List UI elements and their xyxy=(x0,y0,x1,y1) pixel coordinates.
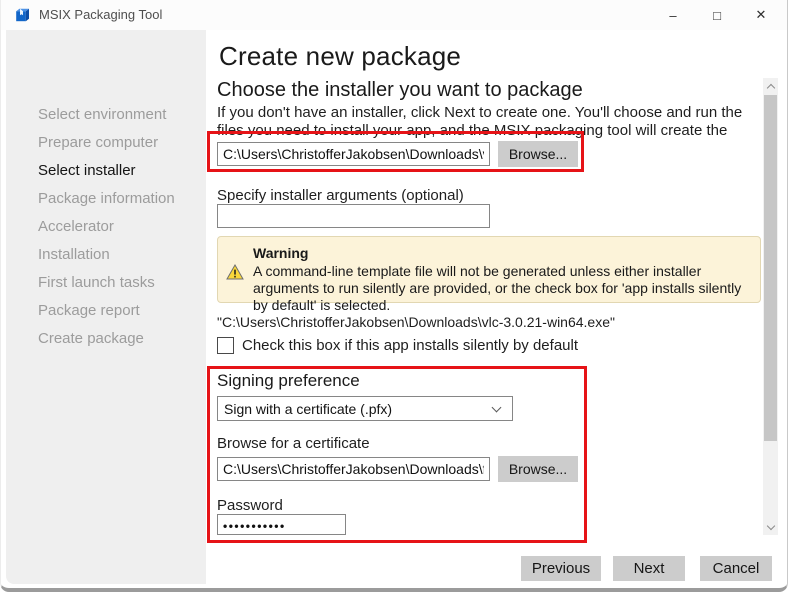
minimize-icon[interactable]: – xyxy=(651,0,695,30)
sidebar-item-select-environment: Select environment xyxy=(6,101,206,129)
warning-message: A command-line template file will not be… xyxy=(253,263,751,314)
previous-button[interactable]: Previous xyxy=(521,556,601,581)
main-content: Create new package Choose the installer … xyxy=(206,30,788,584)
window-controls: – □ ✕ xyxy=(651,0,783,30)
maximize-icon[interactable]: □ xyxy=(695,0,739,30)
title-bar: MSIX Packaging Tool – □ ✕ xyxy=(1,0,787,30)
wizard-steps-sidebar: Select environment Prepare computer Sele… xyxy=(6,30,206,584)
section-heading: Choose the installer you want to package xyxy=(217,79,583,102)
warning-title: Warning xyxy=(253,245,308,261)
sidebar-item-package-information: Package information xyxy=(6,185,206,213)
silent-install-checkbox[interactable] xyxy=(217,337,234,354)
sidebar-item-first-launch-tasks: First launch tasks xyxy=(6,269,206,297)
sidebar-item-package-report: Package report xyxy=(6,297,206,325)
app-window: MSIX Packaging Tool – □ ✕ Select environ… xyxy=(0,0,788,592)
installer-quoted-path: "C:\Users\ChristofferJakobsen\Downloads\… xyxy=(217,314,615,330)
silent-install-checkbox-label: Check this box if this app installs sile… xyxy=(242,337,578,354)
signing-preference-selected-value: Sign with a certificate (.pfx) xyxy=(218,401,493,417)
warning-triangle-icon xyxy=(226,264,244,280)
installer-arguments-label: Specify installer arguments (optional) xyxy=(217,187,464,204)
scrollbar-thumb[interactable] xyxy=(764,95,777,441)
scroll-up-icon[interactable] xyxy=(763,78,778,94)
certificate-label: Browse for a certificate xyxy=(217,435,370,452)
close-icon[interactable]: ✕ xyxy=(739,0,783,30)
warning-infobar: Warning A command-line template file wil… xyxy=(217,236,761,303)
msix-app-icon xyxy=(14,6,31,23)
certificate-path-input[interactable] xyxy=(217,457,490,481)
certificate-browse-button[interactable]: Browse... xyxy=(498,456,578,482)
scroll-down-icon[interactable] xyxy=(763,519,778,535)
installer-path-input[interactable] xyxy=(217,142,490,166)
signing-preference-heading: Signing preference xyxy=(217,371,360,391)
sidebar-item-installation: Installation xyxy=(6,241,206,269)
sidebar-item-prepare-computer: Prepare computer xyxy=(6,129,206,157)
installer-arguments-input[interactable] xyxy=(217,204,490,228)
cancel-button[interactable]: Cancel xyxy=(700,556,772,581)
sidebar-item-select-installer: Select installer xyxy=(6,157,206,185)
vertical-scrollbar[interactable] xyxy=(763,78,778,535)
sidebar-item-accelerator: Accelerator xyxy=(6,213,206,241)
wizard-steps-list: Select environment Prepare computer Sele… xyxy=(6,101,206,353)
password-input[interactable] xyxy=(217,514,346,535)
chevron-down-icon xyxy=(492,402,502,412)
window-title: MSIX Packaging Tool xyxy=(39,7,162,22)
next-button[interactable]: Next xyxy=(613,556,685,581)
page-title: Create new package xyxy=(219,41,461,72)
sidebar-item-create-package: Create package xyxy=(6,325,206,353)
signing-preference-dropdown[interactable]: Sign with a certificate (.pfx) xyxy=(217,396,513,421)
installer-browse-button[interactable]: Browse... xyxy=(498,141,578,167)
password-label: Password xyxy=(217,497,283,514)
